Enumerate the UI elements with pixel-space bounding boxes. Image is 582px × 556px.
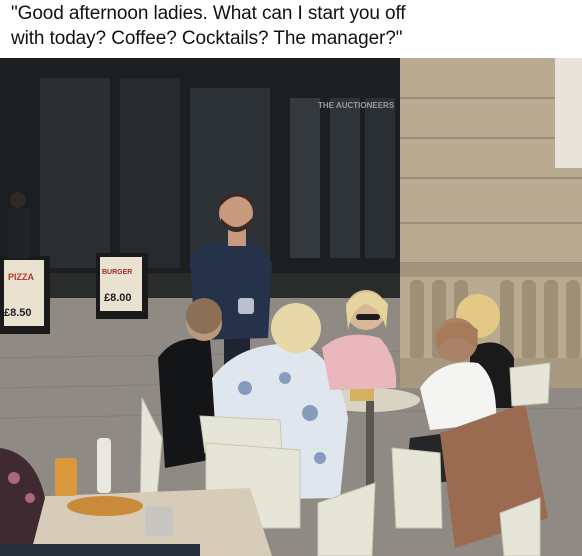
caption-line-2: with today? Coffee? Cocktails? The manag… xyxy=(11,28,403,49)
caption-line-1: "Good afternoon ladies. What can I start… xyxy=(11,3,406,24)
storefront-sign: THE AUCTIONEERS xyxy=(318,101,395,110)
cafe-scene: THE AUCTIONEERS PIZZA £8.50 BURGER £8.00 xyxy=(0,58,582,556)
burger-sign: BURGER £8.00 xyxy=(96,253,148,319)
pizza-sign: PIZZA £8.50 xyxy=(0,256,50,334)
svg-text:BURGER: BURGER xyxy=(102,269,132,276)
svg-text:£8.50: £8.50 xyxy=(4,307,32,319)
svg-text:PIZZA: PIZZA xyxy=(8,272,34,282)
front-rail xyxy=(0,544,200,556)
caption: "Good afternoon ladies. What can I start… xyxy=(0,0,582,58)
svg-text:£8.00: £8.00 xyxy=(104,292,132,304)
meme-image: "Good afternoon ladies. What can I start… xyxy=(0,0,582,556)
cafe-photo: THE AUCTIONEERS PIZZA £8.50 BURGER £8.00 xyxy=(0,58,582,556)
